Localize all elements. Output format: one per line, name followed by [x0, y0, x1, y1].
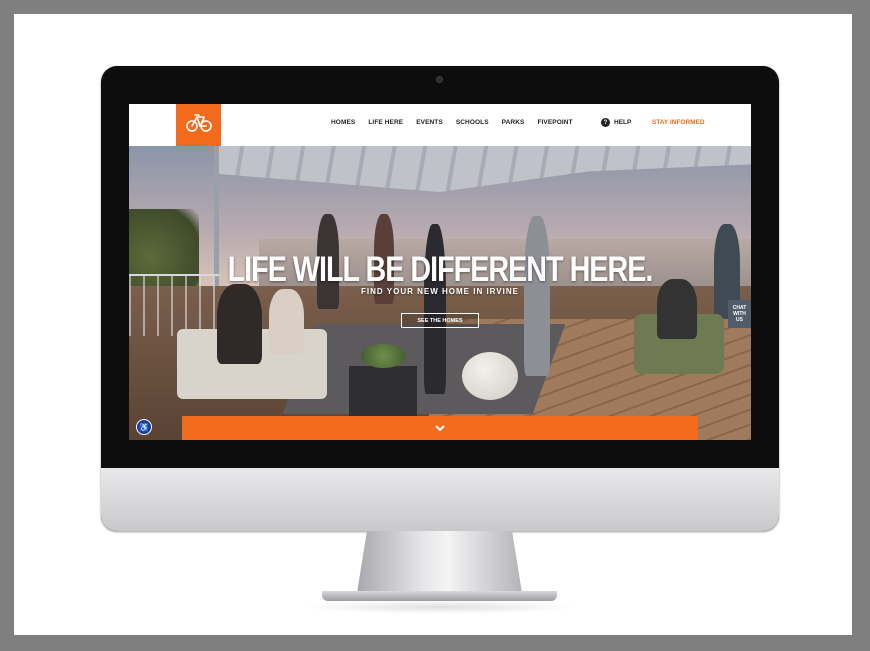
knit-ottoman — [462, 352, 518, 400]
chevron-down-icon — [435, 419, 445, 437]
help-label: HELP — [614, 119, 632, 126]
main-nav: HOMES LIFE HERE EVENTS SCHOOLS PARKS FIV… — [331, 119, 586, 126]
website-screen: HOMES LIFE HERE EVENTS SCHOOLS PARKS FIV… — [129, 104, 751, 440]
coffee-table — [349, 366, 417, 416]
monitor-stand — [357, 531, 522, 593]
nav-fivepoint[interactable]: FIVEPOINT — [537, 119, 572, 126]
nav-life-here[interactable]: LIFE HERE — [368, 119, 403, 126]
hero-text-block: LIFE WILL BE DIFFERENT HERE. FIND YOUR N… — [129, 250, 751, 297]
see-the-homes-button[interactable]: SEE THE HOMES — [401, 313, 479, 328]
monitor-chin — [101, 468, 779, 531]
bicycle-icon — [185, 112, 213, 139]
question-circle-icon: ? — [601, 118, 610, 127]
nav-schools[interactable]: SCHOOLS — [456, 119, 489, 126]
hero-headline: LIFE WILL BE DIFFERENT HERE. — [227, 250, 654, 289]
nav-parks[interactable]: PARKS — [502, 119, 525, 126]
site-logo[interactable] — [176, 104, 221, 146]
chat-label-line: US — [736, 317, 743, 323]
succulent-planter — [361, 344, 406, 368]
stay-informed-link[interactable]: STAY INFORMED — [652, 119, 705, 126]
person — [269, 289, 304, 354]
camera-dot — [436, 76, 443, 83]
person — [217, 284, 262, 364]
nav-events[interactable]: EVENTS — [416, 119, 443, 126]
accessibility-button[interactable]: ♿ — [136, 419, 152, 435]
site-header: HOMES LIFE HERE EVENTS SCHOOLS PARKS FIV… — [129, 104, 751, 146]
chat-with-us-button[interactable]: CHAT WITH US — [728, 300, 751, 328]
nav-homes[interactable]: HOMES — [331, 119, 355, 126]
help-link[interactable]: ? HELP — [601, 118, 631, 127]
stand-shadow — [300, 600, 580, 614]
person — [524, 216, 550, 376]
scroll-down-bar[interactable] — [182, 416, 698, 440]
accessibility-icon: ♿ — [139, 422, 149, 432]
